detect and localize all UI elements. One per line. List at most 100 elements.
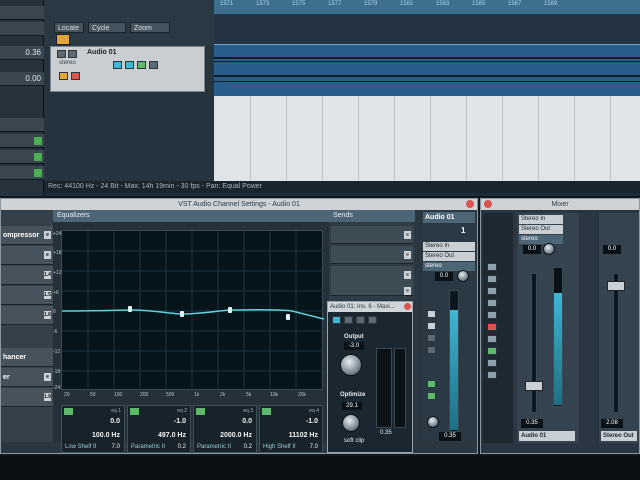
edit-icon[interactable]: e: [404, 251, 411, 259]
audio-event[interactable]: [214, 44, 640, 96]
pan-value[interactable]: 0.0: [435, 272, 453, 281]
insert-slot[interactable]: 1.9: [1, 388, 53, 407]
read-icon[interactable]: [356, 316, 365, 324]
insert-slot[interactable]: 1.4: [1, 266, 53, 285]
output-routing[interactable]: Stereo Out: [519, 225, 563, 234]
rack-green-button[interactable]: [34, 137, 42, 145]
gain-knob[interactable]: [427, 416, 439, 428]
edit-icon[interactable]: e: [404, 287, 411, 295]
send-slot[interactable]: e: [331, 226, 413, 244]
sends-header[interactable]: Sends: [329, 210, 415, 222]
power-icon[interactable]: [332, 316, 341, 324]
timeline-ruler[interactable]: 1571 1573 1575 1577 1579 1581 1583 1585 …: [214, 0, 640, 14]
empty-arrange-area[interactable]: [214, 96, 640, 181]
insert-slot[interactable]: ompressor e: [1, 226, 53, 245]
read-icon[interactable]: [427, 334, 436, 342]
plugin-title[interactable]: Audio 01: Ins. 6 - Maxi...: [328, 302, 412, 312]
eq-node-2[interactable]: [180, 311, 184, 317]
channel-name[interactable]: Audio 01: [519, 431, 575, 441]
window-title[interactable]: VST Audio Channel Settings - Audio 01: [1, 199, 477, 210]
band-gain[interactable]: -1.0: [306, 418, 318, 425]
cycle-button[interactable]: Cycle: [88, 22, 126, 33]
fader-track[interactable]: [531, 273, 537, 413]
band-enable-button[interactable]: [130, 408, 139, 415]
send-slot[interactable]: e: [331, 246, 413, 264]
band-enable-button[interactable]: [64, 408, 73, 415]
band-q[interactable]: 0.2: [244, 444, 252, 450]
band-q[interactable]: 0.2: [178, 444, 186, 450]
band-gain[interactable]: 0.0: [242, 418, 252, 425]
mixer-tool-button[interactable]: [487, 275, 497, 283]
insert-slot[interactable]: er e: [1, 368, 53, 387]
mixer-tool-button[interactable]: [487, 359, 497, 367]
eq-node-4[interactable]: [286, 314, 290, 320]
rack-row[interactable]: [0, 150, 44, 164]
mixer-tool-button[interactable]: [487, 263, 497, 271]
band-type[interactable]: Low Shelf II: [65, 444, 96, 450]
eq-node-3[interactable]: [228, 307, 232, 313]
mixer-tool-button[interactable]: [487, 335, 497, 343]
eq-curve-display[interactable]: +24 +18 +12 +6 0 -6 -12 -18 -24 20 50 10…: [53, 230, 324, 398]
edit-icon[interactable]: e: [44, 231, 51, 239]
close-icon[interactable]: [466, 200, 474, 208]
close-icon[interactable]: [404, 303, 411, 310]
edit-icon[interactable]: e: [44, 373, 51, 381]
output-routing[interactable]: Stereo Out: [423, 252, 475, 261]
output-value[interactable]: -3.0: [344, 342, 364, 350]
output-knob[interactable]: [340, 354, 362, 376]
folder-icon[interactable]: [56, 34, 70, 45]
mixer-record-button[interactable]: [487, 323, 497, 331]
input-routing[interactable]: Stereo In: [423, 242, 475, 251]
fader-track[interactable]: [613, 273, 619, 413]
mixer-tool-button[interactable]: [487, 299, 497, 307]
mute-button[interactable]: [427, 310, 436, 318]
optimize-value[interactable]: 29.1: [342, 402, 362, 410]
read-icon[interactable]: [125, 61, 134, 69]
channel-name[interactable]: Audio 01: [423, 212, 475, 223]
mute-button[interactable]: [57, 50, 66, 58]
mixer-tool-button[interactable]: [487, 311, 497, 319]
locate-button[interactable]: Locate: [54, 22, 84, 33]
fader-handle[interactable]: [607, 281, 625, 291]
record-icon[interactable]: [427, 392, 436, 400]
band-enable-button[interactable]: [196, 408, 205, 415]
band-enable-button[interactable]: [262, 408, 271, 415]
level-value[interactable]: 0.35: [439, 432, 461, 441]
rack-row[interactable]: [0, 118, 44, 132]
mixer-tool-button[interactable]: [487, 287, 497, 295]
insert-slot[interactable]: hancer: [1, 348, 53, 367]
fader-handle[interactable]: [525, 381, 543, 391]
band-frequency[interactable]: 497.0 Hz: [158, 432, 186, 439]
eq-node-1[interactable]: [128, 306, 132, 312]
rack-green-button[interactable]: [34, 169, 42, 177]
rack-row[interactable]: [0, 134, 44, 148]
band-q[interactable]: 7.0: [310, 444, 318, 450]
edit-icon[interactable]: e: [404, 271, 411, 279]
close-icon[interactable]: [484, 200, 492, 208]
level-value[interactable]: 0.35: [521, 419, 543, 428]
pan-knob[interactable]: [457, 270, 469, 282]
band-gain[interactable]: -1.0: [174, 418, 186, 425]
lane-icon[interactable]: [149, 61, 158, 69]
pan-value[interactable]: 0.0: [603, 245, 621, 254]
monitor-icon[interactable]: [71, 72, 80, 80]
level-value[interactable]: 2.08: [601, 419, 623, 428]
insert-slot[interactable]: 1.5: [1, 286, 53, 305]
eq-header[interactable]: Equalizers: [53, 210, 329, 222]
insert-slot[interactable]: e: [1, 246, 53, 265]
rack-row[interactable]: [0, 22, 44, 36]
input-routing[interactable]: Stereo In: [519, 215, 563, 224]
mixer-tool-button[interactable]: [487, 347, 497, 355]
pan-knob[interactable]: [543, 243, 555, 255]
band-type[interactable]: Parametric II: [197, 444, 231, 450]
write-icon[interactable]: [427, 346, 436, 354]
edit-icon[interactable]: e: [404, 231, 411, 239]
band-q[interactable]: 7.0: [112, 444, 120, 450]
edit-icon[interactable]: [113, 61, 122, 69]
band-type[interactable]: Parametric II: [131, 444, 165, 450]
write-icon[interactable]: [137, 61, 146, 69]
zoom-button[interactable]: Zoom: [130, 22, 170, 33]
monitor-icon[interactable]: [427, 380, 436, 388]
track-name[interactable]: Audio 01: [87, 49, 117, 56]
band-gain[interactable]: 0.0: [110, 418, 120, 425]
